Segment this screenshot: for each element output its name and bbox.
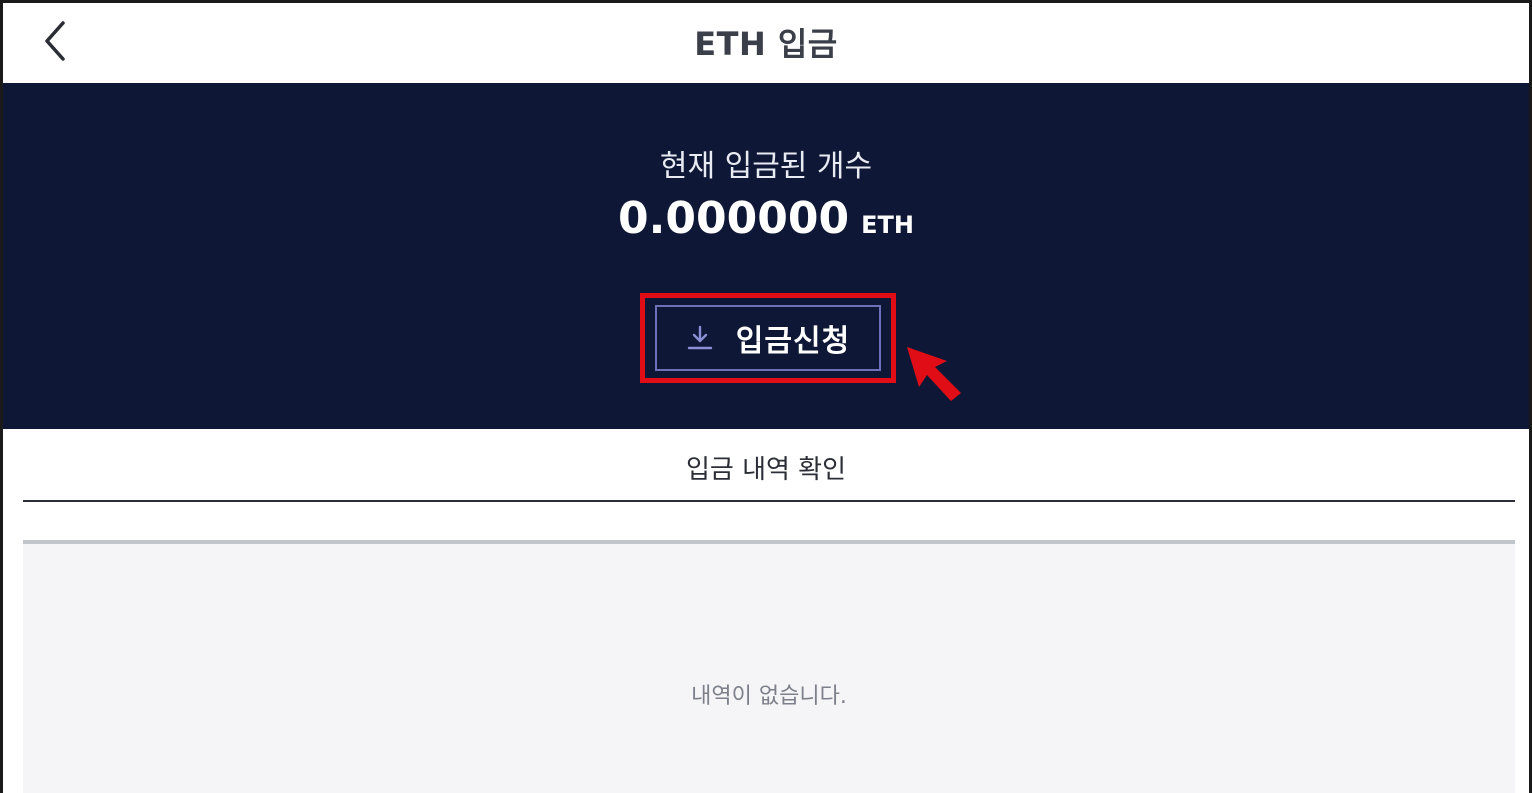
balance-unit: ETH [861, 211, 914, 239]
deposit-request-label: 입금신청 [735, 325, 851, 358]
history-title: 입금 내역 확인 [685, 455, 847, 485]
section-divider [23, 500, 1515, 502]
empty-history-message: 내역이 없습니다. [691, 684, 847, 709]
download-icon [687, 325, 712, 350]
current-deposit-label: 현재 입금된 개수 [659, 149, 873, 184]
balance-amount: 0.000000 [618, 193, 850, 244]
red-pointer-arrow-icon [907, 347, 961, 401]
page-title: ETH 입금 [694, 25, 838, 63]
history-list: 내역이 없습니다. [23, 540, 1515, 793]
app-window: ETH 입금 현재 입금된 개수 0.000000 ETH 입금신청 입금 내역 … [0, 0, 1532, 793]
balance-summary: 현재 입금된 개수 0.000000 ETH 입금신청 [3, 83, 1529, 429]
top-bar: ETH 입금 [3, 3, 1529, 83]
deposit-request-button[interactable]: 입금신청 [655, 305, 881, 371]
balance-row: 0.000000 ETH [3, 193, 1529, 244]
